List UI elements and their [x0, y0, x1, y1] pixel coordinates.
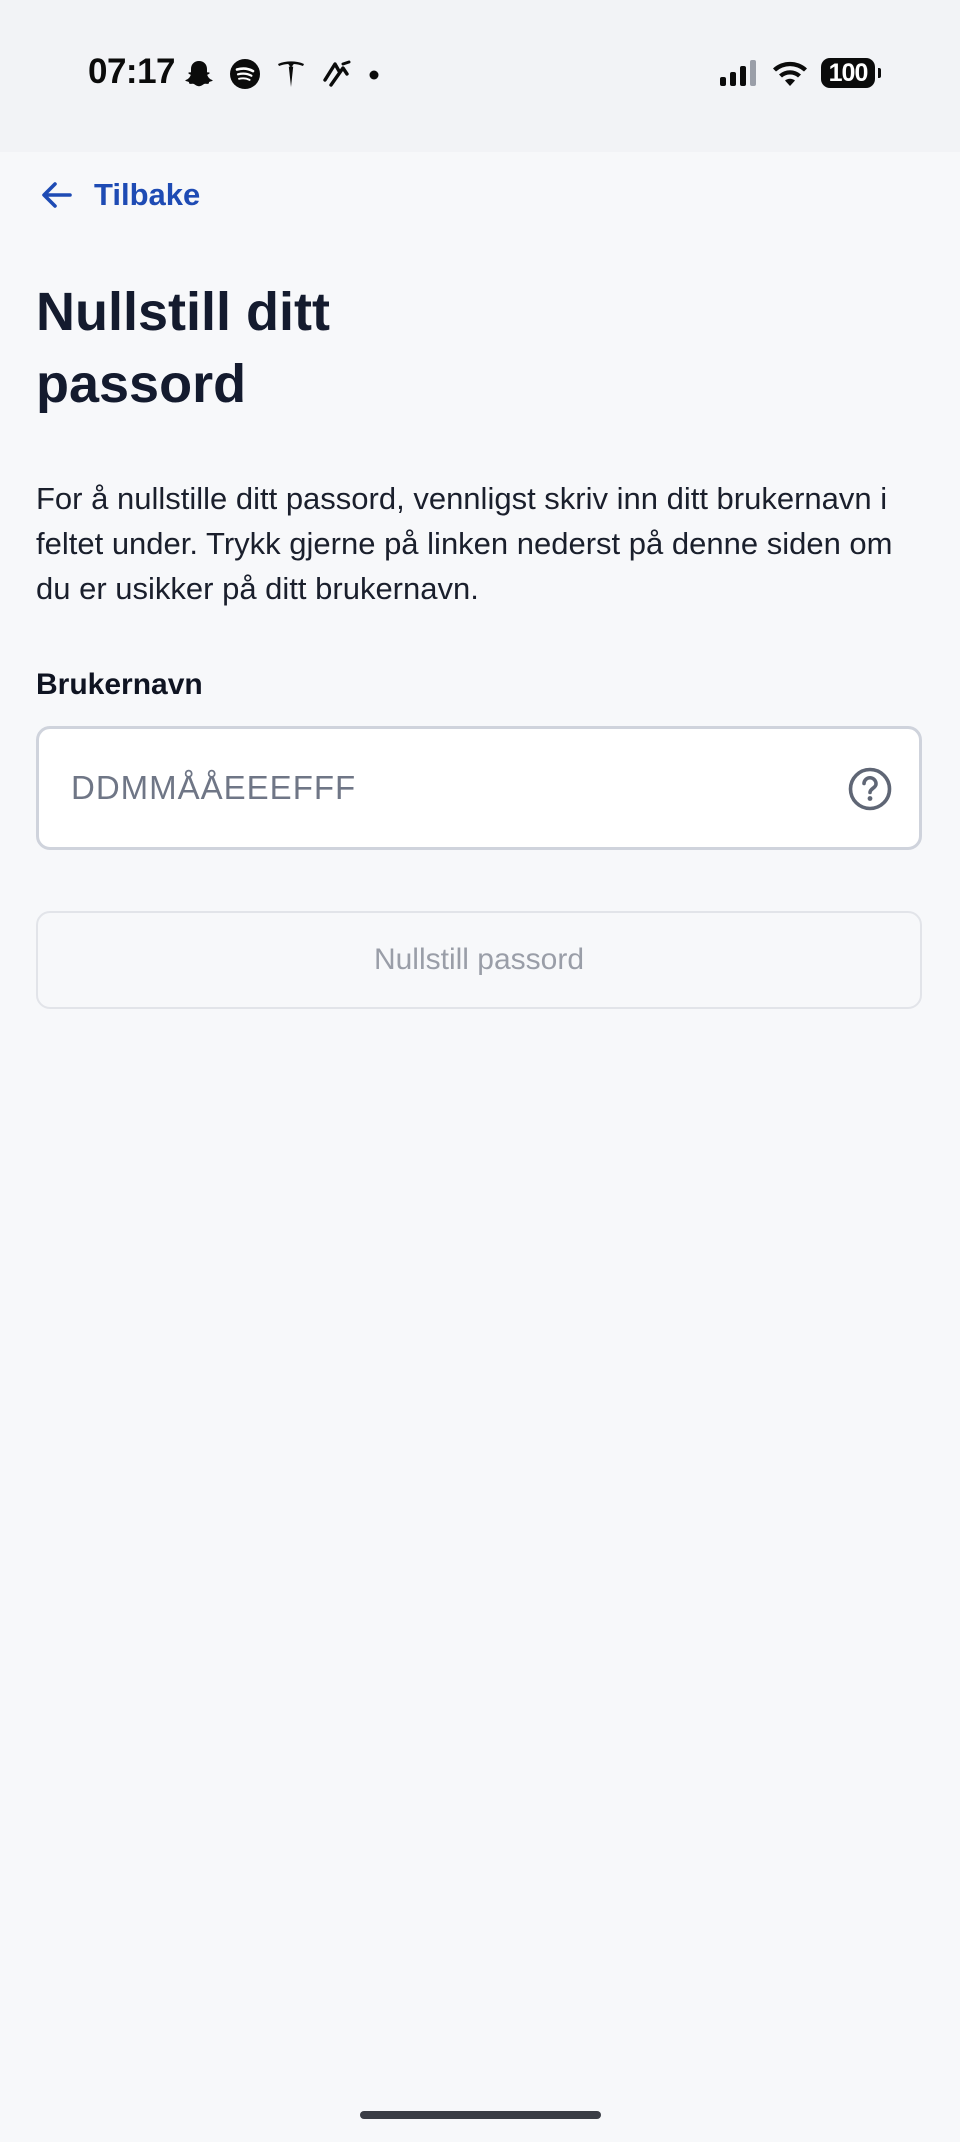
cellular-signal-icon	[720, 60, 756, 86]
snapchat-icon	[185, 61, 213, 87]
system-status-icons: 100	[719, 58, 881, 88]
wifi-icon	[773, 61, 807, 86]
status-time: 07:17	[88, 52, 176, 91]
spotify-icon	[230, 59, 260, 89]
strava-icon	[323, 60, 351, 87]
username-field[interactable]	[36, 726, 922, 850]
page-title: Nullstill ditt passord	[36, 282, 330, 414]
page-description: For å nullstille ditt passord, vennligst…	[36, 481, 893, 606]
home-indicator[interactable]	[360, 2111, 601, 2119]
battery-indicator: 100	[821, 58, 881, 88]
arrow-left-icon	[42, 182, 72, 208]
back-label: Tilbake	[94, 177, 201, 212]
question-circle-icon	[848, 767, 892, 811]
dot-icon	[369, 70, 379, 80]
username-input[interactable]	[71, 729, 831, 847]
status-bar: 07:17 100	[0, 0, 960, 152]
back-button[interactable]: Tilbake	[38, 176, 200, 214]
help-button[interactable]	[847, 766, 893, 812]
tesla-icon	[278, 61, 304, 87]
username-label: Brukernavn	[36, 668, 203, 701]
notification-icons	[183, 58, 381, 90]
reset-password-button[interactable]: Nullstill passord	[36, 911, 922, 1009]
